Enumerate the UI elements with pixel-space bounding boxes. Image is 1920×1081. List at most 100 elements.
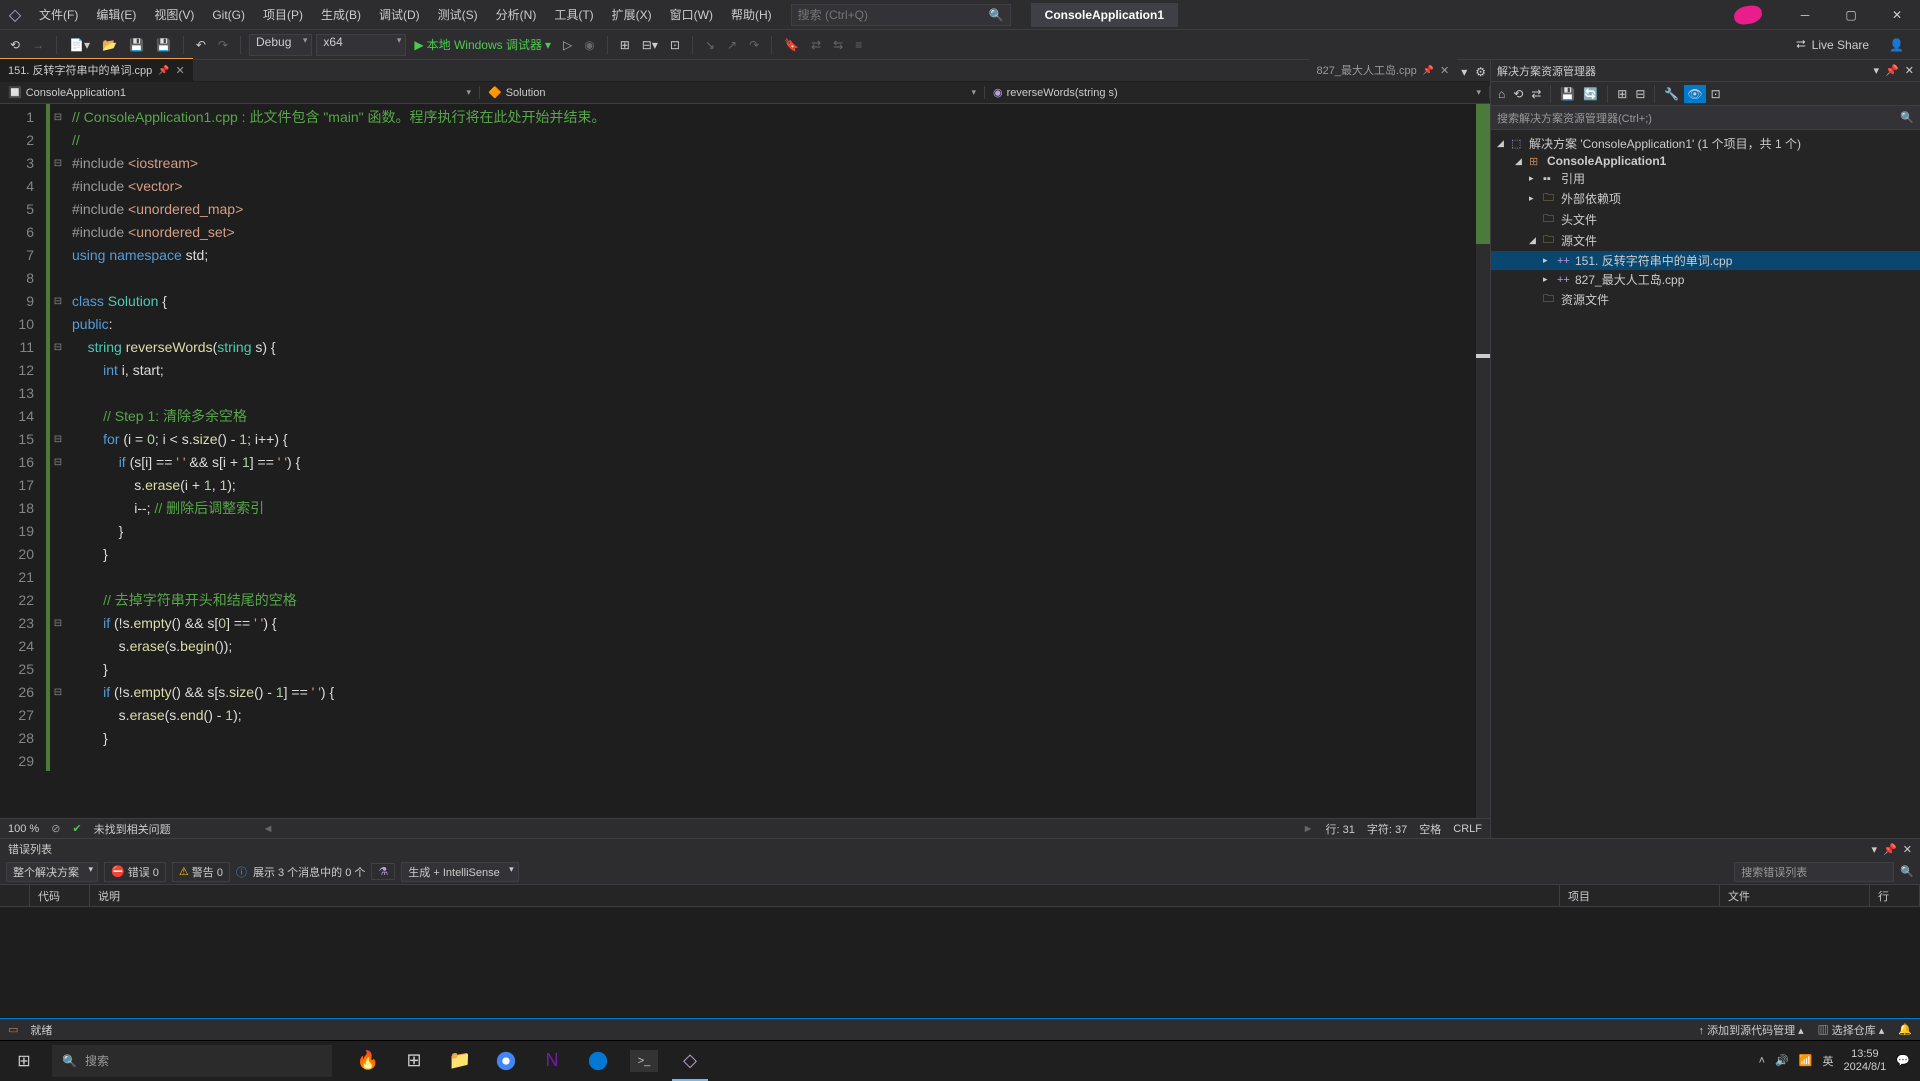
tb-sync-3[interactable]: ≡ (851, 36, 866, 54)
error-search[interactable]: 搜索错误列表 (1734, 862, 1894, 882)
tree-source-file-2[interactable]: ▸ ++827_最大人工岛.cpp (1491, 270, 1920, 289)
close-icon[interactable]: ✕ (175, 64, 184, 77)
line-indicator[interactable]: 行: 31 (1326, 821, 1355, 837)
ptb-home-icon[interactable]: ⌂ (1495, 85, 1508, 103)
nav-class[interactable]: 🔶Solution (480, 86, 985, 99)
stop-debug-button[interactable]: ◉ (580, 36, 598, 54)
menu-item[interactable]: 编辑(E) (87, 0, 145, 30)
forward-button[interactable]: → (28, 36, 48, 54)
save-button[interactable]: 💾 (125, 36, 148, 54)
panel-dropdown-icon[interactable]: ▾ (1874, 64, 1880, 77)
panel-pin-icon[interactable]: 📌 (1883, 843, 1897, 856)
edge-icon[interactable] (576, 1041, 620, 1081)
code-editor[interactable]: 1234567891011121314151617181920212223242… (0, 104, 1490, 818)
tb-icon-2[interactable]: ⊟▾ (638, 36, 662, 54)
tree-sources[interactable]: ◢ 🗀源文件 (1491, 230, 1920, 251)
tree-solution-root[interactable]: ◢⬚ 解决方案 'ConsoleApplication1' (1 个项目，共 1… (1491, 134, 1920, 153)
tabs-dropdown[interactable]: ▾ (1457, 63, 1471, 81)
explorer-icon[interactable]: 📁 (438, 1041, 482, 1081)
pin-icon[interactable]: 📌 (1423, 65, 1434, 76)
col-line[interactable]: 行 (1870, 885, 1920, 906)
ptb-saveall-icon[interactable]: 💾 (1557, 85, 1578, 103)
live-share-button[interactable]: ⮂ Live Share 👤 (1786, 37, 1914, 52)
ptb-back-icon[interactable]: ⟲ (1510, 85, 1526, 103)
maximize-button[interactable]: ▢ (1828, 0, 1874, 30)
tb-sync-2[interactable]: ⇆ (829, 36, 847, 54)
redo-button[interactable]: ↷ (214, 36, 232, 54)
code-content[interactable]: // ConsoleApplication1.cpp : 此文件包含 "main… (66, 104, 1476, 818)
menu-item[interactable]: 扩展(X) (603, 0, 661, 30)
ptb-collapse-icon[interactable]: ⊟ (1632, 85, 1648, 103)
close-button[interactable]: ✕ (1874, 0, 1920, 30)
tb-icon-1[interactable]: ⊞ (616, 36, 634, 54)
ptb-props-icon[interactable]: 🔧 (1661, 85, 1682, 103)
search-input[interactable] (798, 8, 989, 22)
menu-item[interactable]: 项目(P) (254, 0, 312, 30)
start-nodebug-button[interactable]: ▷ (559, 36, 576, 54)
taskview-icon[interactable]: 🔥 (346, 1041, 390, 1081)
tb-icon-3[interactable]: ⊡ (666, 36, 684, 54)
config-combo[interactable]: Debug (249, 34, 312, 56)
notification-icon[interactable]: 🔔 (1898, 1023, 1912, 1036)
menu-item[interactable]: 文件(F) (30, 0, 87, 30)
start-button[interactable]: ⊞ (0, 1041, 48, 1081)
tree-resources[interactable]: 🗀资源文件 (1491, 289, 1920, 310)
tb-step-1[interactable]: ↘ (701, 36, 719, 54)
tree-headers[interactable]: 🗀头文件 (1491, 209, 1920, 230)
col-project[interactable]: 项目 (1560, 885, 1720, 906)
tray-clock[interactable]: 13:59 2024/8/1 (1843, 1048, 1886, 1074)
warnings-filter[interactable]: ⚠警告 0 (172, 862, 230, 882)
tree-references[interactable]: ▸ ▪▪引用 (1491, 169, 1920, 188)
ptb-sync-icon[interactable]: ⇄ (1528, 85, 1544, 103)
tb-bookmark[interactable]: 🔖 (780, 36, 803, 54)
ptb-preview-icon[interactable]: 👁 (1684, 85, 1705, 103)
tabs-settings-icon[interactable]: ⚙ (1471, 63, 1490, 81)
source-control-button[interactable]: ↑ 添加到源代码管理 ▴ (1699, 1022, 1804, 1038)
tray-volume-icon[interactable]: 🔊 (1775, 1054, 1789, 1067)
panel-pin-icon[interactable]: 📌 (1885, 64, 1899, 77)
close-icon[interactable]: ✕ (1440, 64, 1449, 77)
platform-combo[interactable]: x64 (316, 34, 406, 56)
onenote-icon[interactable]: N (530, 1041, 574, 1081)
nav-scope[interactable]: 🔲 ConsoleApplication1 (0, 86, 480, 99)
solution-tree[interactable]: ◢⬚ 解决方案 'ConsoleApplication1' (1 个项目，共 1… (1491, 130, 1920, 314)
nav-left-icon[interactable]: ◄ (263, 823, 274, 835)
panel-close-icon[interactable]: ✕ (1903, 843, 1912, 856)
tree-source-file-1[interactable]: ▸ ++151. 反转字符串中的单词.cpp (1491, 251, 1920, 270)
tree-external-deps[interactable]: ▸ 🗀外部依赖项 (1491, 188, 1920, 209)
tb-sync-1[interactable]: ⇄ (807, 36, 825, 54)
visualstudio-icon[interactable]: ◇ (668, 1041, 712, 1081)
new-button[interactable]: 📄▾ (65, 36, 94, 54)
ptb-refresh-icon[interactable]: 🔄 (1580, 85, 1601, 103)
open-button[interactable]: 📂 (98, 36, 121, 54)
tray-up-icon[interactable]: ˄ (1759, 1055, 1765, 1067)
build-filter-icon[interactable]: ⚗ (371, 863, 395, 880)
repo-select-button[interactable]: ▥ 选择仓库 ▴ (1818, 1022, 1885, 1038)
col-file[interactable]: 文件 (1720, 885, 1870, 906)
col-icon[interactable] (0, 885, 30, 906)
taskbar-search[interactable]: 🔍 搜索 (52, 1045, 332, 1077)
ptb-showfiles-icon[interactable]: ⊞ (1614, 85, 1630, 103)
fold-column[interactable]: ⊟⊟⊟⊟⊟⊟⊟⊟ (50, 104, 66, 818)
explorer-search[interactable]: 搜索解决方案资源管理器(Ctrl+;) 🔍 (1491, 106, 1920, 130)
taskview-button[interactable]: ⊞ (392, 1041, 436, 1081)
zoom-level[interactable]: 100 % (8, 823, 39, 835)
issues-label[interactable]: 未找到相关问题 (94, 821, 171, 837)
tree-project[interactable]: ◢ ⊞ ConsoleApplication1 (1491, 153, 1920, 169)
quick-search[interactable]: 🔍 (791, 4, 1011, 26)
tb-step-3[interactable]: ↷ (745, 36, 763, 54)
menu-item[interactable]: 视图(V) (145, 0, 203, 30)
tab-file-2[interactable]: 827_最大人工岛.cpp 📌 ✕ (1309, 58, 1458, 81)
account-icon[interactable]: 👤 (1889, 38, 1904, 52)
source-combo[interactable]: 生成 + IntelliSense (401, 862, 518, 882)
minimize-button[interactable]: ─ (1782, 0, 1828, 30)
back-button[interactable]: ⟲ (6, 36, 24, 54)
save-all-button[interactable]: 💾 (152, 36, 175, 54)
menu-item[interactable]: 工具(T) (545, 0, 602, 30)
chrome-icon[interactable] (484, 1041, 528, 1081)
col-indicator[interactable]: 字符: 37 (1367, 821, 1407, 837)
errors-filter[interactable]: ⛔错误 0 (104, 862, 166, 882)
menu-item[interactable]: 测试(S) (429, 0, 487, 30)
nav-member[interactable]: ◉reverseWords(string s) (985, 86, 1490, 99)
output-icon[interactable]: ▭ (8, 1023, 18, 1036)
